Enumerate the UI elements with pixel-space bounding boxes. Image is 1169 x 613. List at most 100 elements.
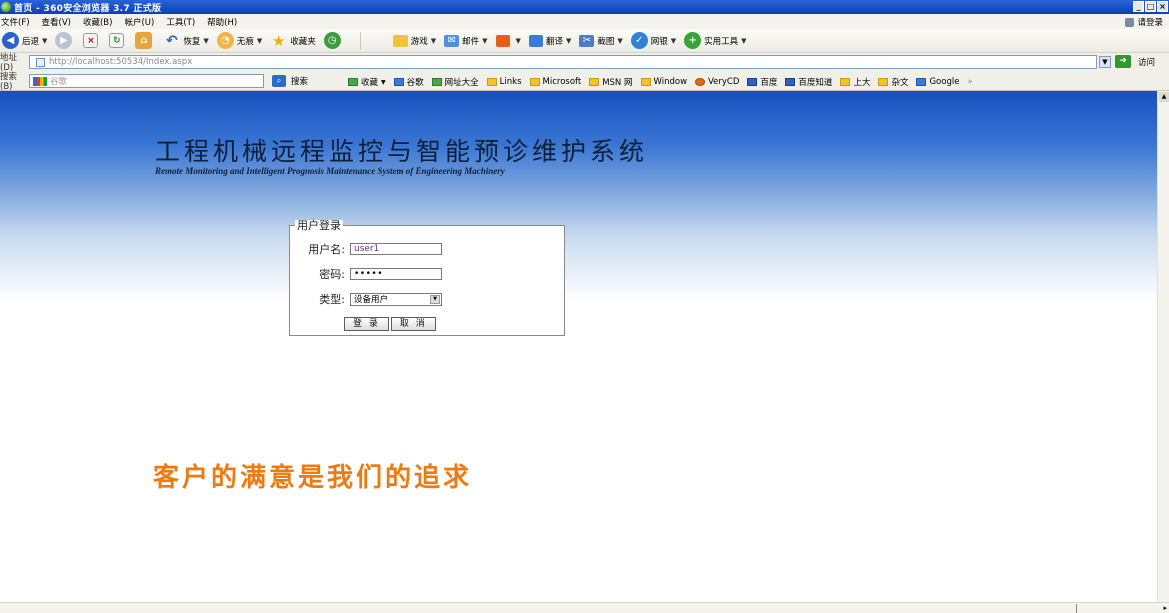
scroll-right-arrow-icon[interactable]: ▸ xyxy=(1163,604,1167,612)
baidu-icon xyxy=(785,78,796,86)
tools-label: 实用工具 xyxy=(704,36,739,47)
favorites-button[interactable]: ★ 收藏夹 xyxy=(270,31,316,50)
folder-icon xyxy=(589,78,600,86)
username-input[interactable]: user1 xyxy=(350,243,442,255)
back-button[interactable]: ◀ 后退 ▼ xyxy=(2,32,47,49)
bank-icon: ✓ xyxy=(630,32,648,49)
group-buy-icon xyxy=(495,34,510,47)
forward-arrow-icon: ▶ xyxy=(55,32,73,49)
type-row: 类型: 设备用户 ▼ xyxy=(290,291,442,307)
restore-label: 恢复 xyxy=(183,36,201,47)
search-icon: ⌕ xyxy=(272,75,286,87)
cancel-button[interactable]: 取 消 xyxy=(390,317,436,331)
home-button[interactable]: ⌂ xyxy=(135,32,155,49)
favorites-label: 收藏夹 xyxy=(290,36,316,47)
link-baidu-zhidao[interactable]: 百度知道 xyxy=(785,76,832,88)
no-trace-label: 无痕 xyxy=(236,36,254,47)
links-more-button[interactable]: » xyxy=(967,77,972,87)
link-zawen[interactable]: 杂文 xyxy=(878,76,908,88)
menu-account[interactable]: 帐户(U) xyxy=(124,16,154,28)
plus-icon: + xyxy=(684,32,702,49)
search-label: 搜索(B) xyxy=(0,71,18,92)
chevron-down-icon: ▼ xyxy=(256,36,263,45)
close-button[interactable]: × xyxy=(1157,1,1168,12)
chevron-down-icon: ▼ xyxy=(741,36,747,45)
mail-button[interactable]: ✉ 邮件 ▼ xyxy=(444,34,488,47)
link-favorites[interactable]: 收藏 ▼ xyxy=(348,76,386,88)
menu-tools[interactable]: 工具(T) xyxy=(166,16,195,28)
refresh-button[interactable]: ↻ xyxy=(109,33,127,48)
link-hao360[interactable]: 网址大全 xyxy=(431,76,479,88)
username-label: 用户名: xyxy=(308,243,345,256)
incognito-icon: ◔ xyxy=(216,32,234,49)
search-input[interactable]: 谷歌 xyxy=(29,74,264,88)
no-trace-button[interactable]: ◔ 无痕 ▼ xyxy=(216,32,263,49)
scissors-icon: ✂ xyxy=(579,34,595,47)
link-verycd[interactable]: VeryCD xyxy=(695,77,739,87)
scroll-thumb[interactable] xyxy=(1076,604,1077,613)
game-icon xyxy=(392,34,408,47)
link-baidu[interactable]: 百度 xyxy=(747,76,777,88)
scroll-up-arrow-icon[interactable]: ▲ xyxy=(1159,92,1169,102)
folder-icon xyxy=(529,78,540,86)
password-label: 密码: xyxy=(319,268,345,281)
star-icon: ★ xyxy=(271,31,286,50)
google-icon xyxy=(33,76,47,86)
chevron-down-icon: ▼ xyxy=(42,36,48,45)
go-arrow-icon[interactable]: ➜ xyxy=(1115,55,1131,68)
chevron-down-icon: ▼ xyxy=(617,36,623,45)
go-button[interactable]: 访问 xyxy=(1138,56,1155,68)
translate-label: 翻译 xyxy=(545,36,563,47)
game-button[interactable]: 游戏 ▼ xyxy=(392,34,436,47)
restore-button[interactable]: ↶ 恢复 ▼ xyxy=(163,32,209,49)
chevron-down-icon: ▼ xyxy=(381,78,386,86)
group-buy-button[interactable]: ▼ xyxy=(495,34,521,47)
vertical-scrollbar[interactable]: ▲ xyxy=(1157,91,1169,602)
translate-icon xyxy=(528,34,543,47)
verycd-icon xyxy=(695,78,706,86)
page-icon xyxy=(36,57,45,67)
online-bank-label: 网银 xyxy=(650,36,668,47)
online-bank-button[interactable]: ✓ 网银 ▼ xyxy=(630,32,676,49)
search-button[interactable]: ⌕ 搜索 xyxy=(272,75,308,87)
mail-icon: ✉ xyxy=(444,34,460,47)
history-button[interactable]: ◷ xyxy=(323,32,344,49)
links-bar: 搜索(B) 谷歌 ⌕ 搜索 收藏 ▼ 谷歌 网址大全 Links Microsof… xyxy=(0,71,1169,92)
link-links[interactable]: Links xyxy=(486,77,522,87)
link-microsoft[interactable]: Microsoft xyxy=(529,77,581,87)
password-input[interactable]: ••••• xyxy=(350,268,442,280)
stop-button[interactable]: × xyxy=(83,33,101,48)
screenshot-button[interactable]: ✂ 截图 ▼ xyxy=(579,34,623,47)
link-shangda[interactable]: 上大 xyxy=(840,76,870,88)
username-row: 用户名: user1 xyxy=(290,241,442,257)
link-google-cn[interactable]: 谷歌 xyxy=(393,76,424,88)
link-msn[interactable]: MSN 网 xyxy=(589,76,633,88)
link-google[interactable]: Google xyxy=(916,77,959,87)
horizontal-scrollbar[interactable]: ▸ xyxy=(0,602,1169,613)
login-button[interactable]: 登 录 xyxy=(344,317,389,331)
tools-button[interactable]: + 实用工具 ▼ xyxy=(684,32,747,49)
password-row: 密码: ••••• xyxy=(290,266,442,282)
page-subtitle: Remote Monitoring and Intelligent Progno… xyxy=(155,166,505,176)
address-bar: 地址(D) http://localhost:50534/Index.aspx … xyxy=(0,53,1169,73)
menu-file[interactable]: 文件(F) xyxy=(1,16,30,28)
home-icon: ⌂ xyxy=(135,32,153,49)
menu-favorites[interactable]: 收藏(B) xyxy=(83,16,112,28)
chevron-down-icon: ▼ xyxy=(565,36,572,45)
account-login[interactable]: 请登录 xyxy=(1125,16,1163,28)
address-dropdown-button[interactable]: ▼ xyxy=(1099,56,1111,68)
chevron-down-icon: ▼ xyxy=(203,36,209,45)
window-title-bar: 首页 - 360安全浏览器 3.7 正式版 _ □ × xyxy=(0,0,1169,14)
forward-button[interactable]: ▶ xyxy=(55,32,75,49)
menu-view[interactable]: 查看(V) xyxy=(42,16,71,28)
link-window[interactable]: Window xyxy=(640,77,687,87)
type-select[interactable]: 设备用户 ▼ xyxy=(350,292,442,306)
menu-help[interactable]: 帮助(H) xyxy=(207,16,237,28)
folder-icon xyxy=(486,78,497,86)
maximize-button[interactable]: □ xyxy=(1145,1,1156,12)
address-input[interactable]: http://localhost:50534/Index.aspx xyxy=(29,55,1097,69)
translate-button[interactable]: 翻译 ▼ xyxy=(528,34,572,47)
browser-logo-icon xyxy=(1,2,11,12)
google-icon xyxy=(916,78,927,86)
minimize-button[interactable]: _ xyxy=(1133,1,1144,12)
